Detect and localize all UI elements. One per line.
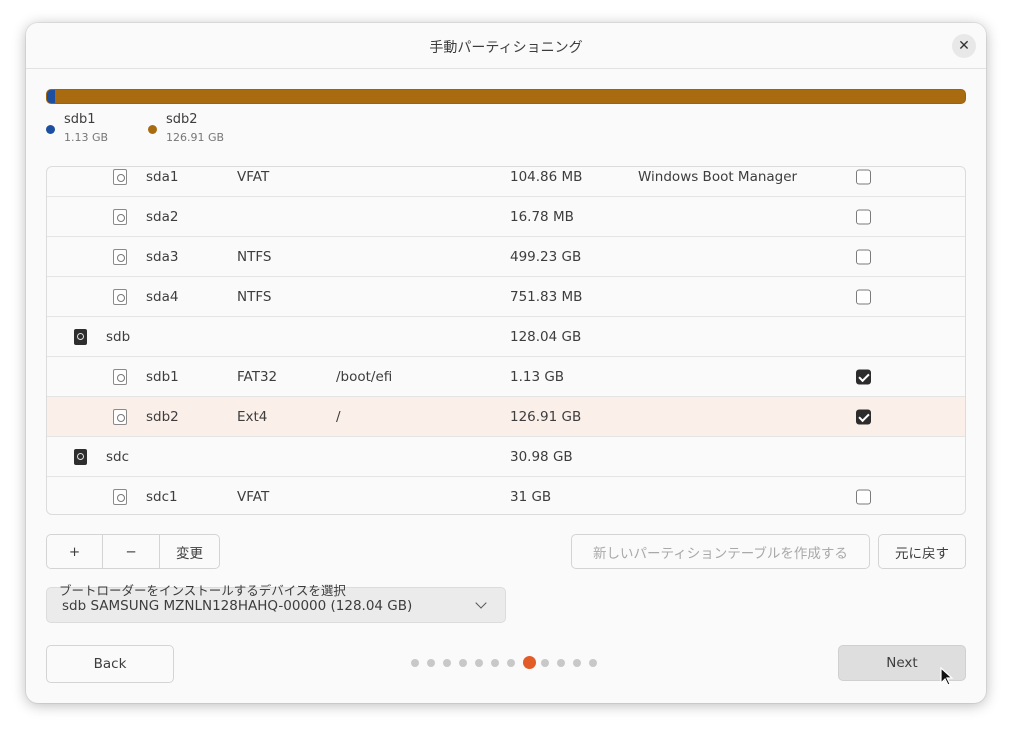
filesystem-type: NTFS [237,248,272,265]
partition-row[interactable]: sda1 VFAT 104.86 MB Windows Boot Manager [47,167,965,197]
bootloader-device-value: sdb SAMSUNG MZNLN128HAHQ-00000 (128.04 G… [62,598,413,614]
device-name: sdb2 [146,408,179,425]
usage-segment-sdb1 [47,90,55,103]
dialog-window: 手動パーティショニング ✕ sdb1 1.13 GB sdb2 126.91 G… [26,23,986,703]
partition-icon [113,168,127,185]
back-button[interactable]: Back [46,645,174,683]
partition-size: 126.91 GB [510,408,582,425]
close-button[interactable]: ✕ [952,34,976,58]
step-dot [443,659,451,667]
format-checkbox[interactable] [856,289,871,304]
device-name: sda1 [146,168,179,185]
partition-table: sda1 VFAT 104.86 MB Windows Boot Manager sda… [46,166,966,515]
legend-dot-icon [46,125,55,134]
format-checkbox[interactable] [856,249,871,264]
disk-row[interactable]: sdc 30.98 GB [47,437,965,477]
partition-row[interactable]: sda4 NTFS 751.83 MB [47,277,965,317]
device-name: sdb [106,328,131,345]
partition-size: 31 GB [510,488,552,505]
mouse-pointer-icon [940,667,954,686]
format-checkbox[interactable] [856,209,871,224]
partition-size: 30.98 GB [510,448,573,465]
legend-name: sdb2 [166,112,198,127]
step-dot [541,659,549,667]
chevron-down-icon [475,597,487,609]
step-dot [459,659,467,667]
title-bar: 手動パーティショニング ✕ [26,23,986,69]
partition-size: 1.13 GB [510,368,565,385]
partition-icon [113,408,127,425]
step-dot [411,659,419,667]
filesystem-type: VFAT [237,168,270,185]
step-dot [557,659,565,667]
remove-partition-button[interactable]: − [103,535,160,568]
format-checkbox[interactable] [856,409,871,424]
partition-row[interactable]: sdb1 FAT32/boot/efi 1.13 GB [47,357,965,397]
step-dot [507,659,515,667]
device-name: sda4 [146,288,179,305]
filesystem-type: Ext4 [237,408,268,425]
partition-row[interactable]: sdc1 VFAT 31 GB [47,477,965,514]
step-dot [589,659,597,667]
add-partition-button[interactable]: + [47,535,103,568]
filesystem-type: NTFS [237,288,272,305]
step-dot [427,659,435,667]
format-checkbox[interactable] [856,489,871,504]
device-name: sdb1 [146,368,179,385]
partition-size: 128.04 GB [510,328,582,345]
step-dot-current [523,656,536,669]
format-checkbox[interactable] [856,169,871,184]
partition-size: 16.78 MB [510,208,574,225]
partition-icon [113,208,127,225]
device-name: sda3 [146,248,179,265]
close-icon: ✕ [958,38,970,54]
mount-point: / [336,408,341,425]
disk-usage-bar [46,89,966,104]
step-dot [475,659,483,667]
disk-row[interactable]: sdb 128.04 GB [47,317,965,357]
disk-icon [74,328,87,345]
legend-dot-icon [148,125,157,134]
legend-size: 1.13 GB [64,131,109,144]
device-name: sdc1 [146,488,178,505]
partition-row[interactable]: sda3 NTFS 499.23 GB [47,237,965,277]
partition-icon [113,288,127,305]
step-dot [491,659,499,667]
new-partition-table-button[interactable]: 新しいパーティションテーブルを作成する [571,534,870,569]
disk-icon [74,448,87,465]
partition-edit-buttons: + − 変更 [46,534,220,569]
dialog-title: 手動パーティショニング [429,40,583,56]
partition-size: 499.23 GB [510,248,582,265]
partition-icon [113,248,127,265]
filesystem-type: VFAT [237,488,270,505]
partition-icon [113,368,127,385]
legend-name: sdb1 [64,112,96,127]
partition-size: 104.86 MB [510,168,583,185]
partition-size: 751.83 MB [510,288,583,305]
mount-point: /boot/efi [336,368,393,385]
partition-icon [113,488,127,505]
partition-row[interactable]: sda2 16.78 MB [47,197,965,237]
device-name: sda2 [146,208,179,225]
format-checkbox[interactable] [856,369,871,384]
usage-segment-sdb2 [55,90,965,103]
filesystem-type: FAT32 [237,368,278,385]
revert-button[interactable]: 元に戻す [878,534,966,569]
partition-row[interactable]: sdb2 Ext4 / 126.91 GB [47,397,965,437]
change-partition-button[interactable]: 変更 [160,535,219,568]
device-name: sdc [106,448,130,465]
legend-size: 126.91 GB [166,131,225,144]
bootloader-label: ブートローダーをインストールするデバイスを選択 [59,583,346,598]
step-dot [573,659,581,667]
system-name: Windows Boot Manager [638,168,798,185]
